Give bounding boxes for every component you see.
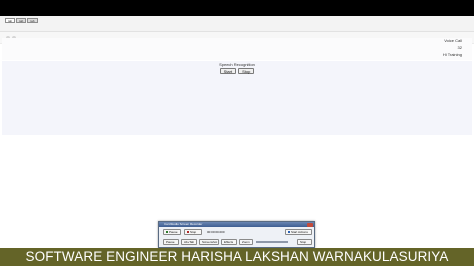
stop-icon <box>187 231 189 234</box>
alt-tab-button[interactable]: Alt+Tab <box>181 239 197 245</box>
pause-button[interactable]: Pause <box>163 229 181 235</box>
screenshot-button[interactable]: Screenshot <box>199 239 219 245</box>
browser-window: tab tab tab Voice Call 32 Hi Training Sp… <box>0 16 474 248</box>
zoom-slider[interactable] <box>256 241 288 243</box>
stop-tool-button[interactable]: Stop <box>297 239 312 245</box>
pause-icon <box>166 231 168 234</box>
close-icon[interactable] <box>307 222 313 227</box>
speech-controls: Start Stop <box>2 68 472 74</box>
browser-tab[interactable]: tab <box>5 18 16 23</box>
status-panel: Voice Call 32 Hi Training <box>2 38 472 60</box>
speech-recognition-title: Speech Recognition <box>219 62 255 67</box>
recorder-title: CamStudio Screen Recorder <box>164 222 203 226</box>
recorder-titlebar[interactable]: CamStudio Screen Recorder <box>159 222 314 227</box>
browser-tab[interactable]: tab <box>16 18 27 23</box>
recorder-main-controls: Pause Stop 00:00:00.000 Start Actions <box>163 229 312 236</box>
pause-tool-button[interactable]: Pause <box>163 239 179 245</box>
effects-button[interactable]: Effects <box>221 239 237 245</box>
footer-text: SOFTWARE ENGINEER HARISHA LAKSHAN WARNAK… <box>25 249 449 264</box>
tab-list: tab tab tab <box>5 18 38 23</box>
start-actions-label: Start Actions <box>291 230 308 234</box>
status-text: 32 <box>457 45 462 50</box>
recorder-secondary-controls: Pause Alt+Tab Screenshot Effects Zoom St… <box>163 239 312 246</box>
stop-record-button[interactable]: Stop <box>184 229 202 235</box>
start-actions-button[interactable]: Start Actions <box>285 229 312 235</box>
record-icon <box>288 231 290 234</box>
pause-label: Pause <box>169 230 178 234</box>
start-button[interactable]: Start <box>219 68 237 74</box>
tab-strip: tab tab tab <box>0 16 474 32</box>
stop-label: Stop <box>190 230 197 234</box>
status-text: Hi Training <box>442 52 462 57</box>
stop-button[interactable]: Stop <box>238 68 255 74</box>
footer-banner: SOFTWARE ENGINEER HARISHA LAKSHAN WARNAK… <box>0 248 474 266</box>
speech-recognition-panel: Speech Recognition Start Stop <box>2 61 472 135</box>
recording-timer: 00:00:00.000 <box>207 230 225 234</box>
screen-recorder-window: CamStudio Screen Recorder Pause Stop 00:… <box>158 221 315 248</box>
browser-tab[interactable]: tab <box>27 18 38 23</box>
status-text: Voice Call <box>444 38 462 43</box>
zoom-button[interactable]: Zoom <box>239 239 253 245</box>
